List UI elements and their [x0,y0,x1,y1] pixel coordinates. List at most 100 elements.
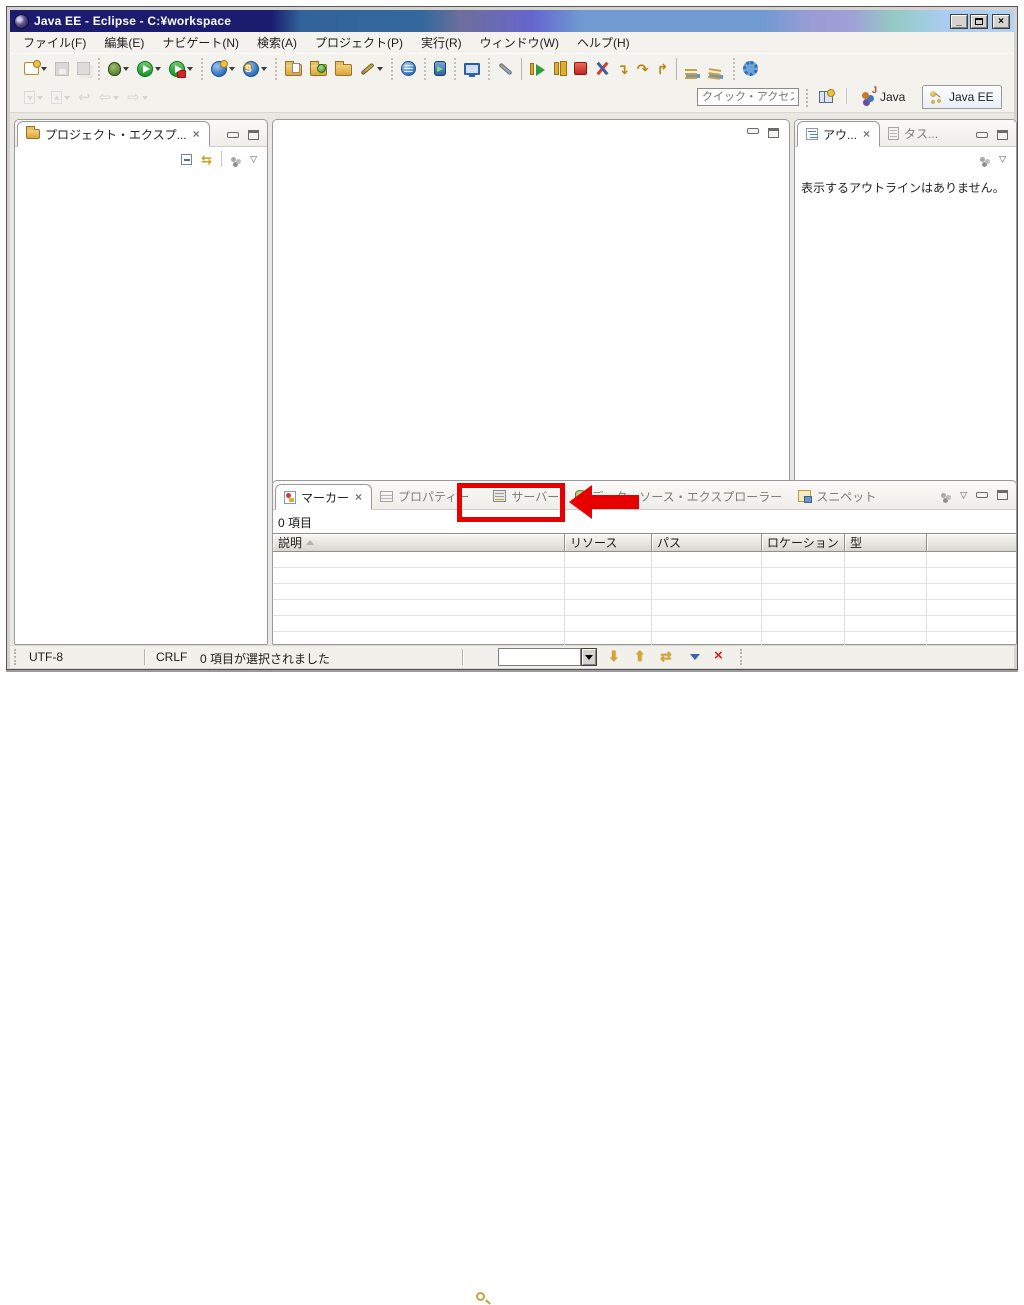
open-resource-button[interactable] [284,58,303,80]
column-location[interactable]: ロケーション [762,534,845,551]
step-into-button[interactable]: ↴ [616,58,630,80]
menu-navigate[interactable]: ナビゲート(N) [153,32,248,53]
export-button[interactable] [334,58,353,80]
sql-icon [243,61,259,77]
window-title: Java EE - Eclipse - C:¥workspace [34,14,231,28]
next-match-button[interactable]: ⬇ [608,648,620,665]
highlight-box [457,483,565,522]
last-edit-location-button[interactable]: ↩ [77,87,92,109]
menu-help[interactable]: ヘルプ(H) [568,32,639,53]
maximize-view-button[interactable] [997,490,1008,500]
suspend-button[interactable] [553,58,567,80]
minimize-button[interactable]: _ [950,14,968,29]
menu-run[interactable]: 実行(R) [412,32,471,53]
minimize-view-button[interactable] [747,128,759,134]
menu-search[interactable]: 検索(A) [248,32,306,53]
view-menu-icon[interactable] [231,157,236,162]
menu-window[interactable]: ウィンドウ(W) [471,32,568,53]
minimize-view-button[interactable] [976,132,988,138]
table-row[interactable] [273,568,1016,584]
markers-table-body [273,552,1016,648]
maximize-view-button[interactable] [768,128,779,138]
new-wizard-button[interactable] [23,58,48,80]
terminate-button[interactable] [573,58,588,80]
view-dropdown-icon[interactable]: ▽ [960,490,967,501]
table-row[interactable] [273,600,1016,616]
javaee-perspective-label: Java EE [949,90,994,104]
swap-button[interactable]: ⇄ [660,648,672,665]
import-button[interactable] [309,58,328,80]
menu-project[interactable]: プロジェクト(P) [306,32,412,53]
open-perspective-button[interactable] [818,86,834,108]
items-count-label: 0 項目 [273,510,1016,533]
java-search-button[interactable] [433,58,447,80]
preferences-button[interactable] [742,58,759,80]
previous-annotation-button[interactable] [50,87,71,109]
column-path[interactable]: パス [652,534,762,551]
tab-tasks[interactable]: タス... [880,120,946,146]
tab-snippets[interactable]: スニペット [790,483,884,509]
next-annotation-button[interactable] [23,87,44,109]
web-browser-button[interactable] [400,58,417,80]
debug-settings-button[interactable] [708,58,726,80]
view-dropdown-icon[interactable]: ▽ [250,154,257,165]
clear-button[interactable]: × [714,649,723,663]
table-cell [273,584,565,599]
run-last-button[interactable] [168,58,194,80]
view-menu-icon[interactable] [941,493,946,498]
snippets-icon [798,490,811,502]
editor-area[interactable] [272,119,790,484]
minimize-view-button[interactable] [227,132,239,138]
forward-button[interactable]: ⇨ [126,87,149,109]
mark-occurrences-button[interactable] [497,58,514,80]
previous-match-button[interactable]: ⬆ [634,648,646,665]
close-icon[interactable]: × [862,127,871,141]
back-button[interactable]: ⇦ [98,87,121,109]
column-empty [927,534,1016,551]
format-brush-button[interactable] [359,58,384,80]
link-with-editor-icon[interactable]: ⇆ [201,153,212,166]
resume-button[interactable] [529,58,547,80]
view-menu-icon[interactable] [980,157,985,162]
close-button[interactable]: × [992,14,1010,29]
close-icon[interactable]: × [192,127,201,141]
tab-markers[interactable]: マーカー × [275,484,372,510]
new-web-service-button[interactable] [210,58,236,80]
column-resource[interactable]: リソース [565,534,652,551]
quick-access-input[interactable] [697,88,799,106]
minimize-view-button[interactable] [976,492,988,498]
tab-outline[interactable]: アウ... × [797,121,880,147]
column-description[interactable]: 説明 [273,534,565,551]
maximize-view-button[interactable] [248,130,259,140]
view-dropdown-icon[interactable]: ▽ [999,154,1006,165]
menu-edit[interactable]: 編集(E) [95,32,153,53]
project-explorer-body[interactable] [15,171,267,641]
step-over-button[interactable]: ↷ [636,58,650,80]
show-filters-button[interactable] [684,58,702,80]
maximize-view-button[interactable] [997,130,1008,140]
back-icon: ⇦ [99,90,112,105]
close-icon[interactable]: × [354,490,363,504]
tab-project-explorer[interactable]: プロジェクト・エクスプ... × [17,121,210,147]
menu-file[interactable]: ファイル(F) [14,32,95,53]
run-button[interactable] [136,58,162,80]
collapse-all-icon[interactable] [181,154,192,165]
menu-dropdown-icon[interactable] [690,654,700,660]
filter-dropdown-button[interactable] [581,648,597,666]
step-return-button[interactable]: ↱ [655,58,669,80]
table-row[interactable] [273,552,1016,568]
marker-filter-input[interactable] [498,648,581,666]
terminate-icon [574,62,587,75]
save-all-button[interactable] [76,58,91,80]
sql-editor-button[interactable] [242,58,268,80]
save-button[interactable] [54,58,70,80]
maximize-button[interactable] [970,14,988,29]
disconnect-button[interactable] [594,58,610,80]
table-row[interactable] [273,616,1016,632]
table-row[interactable] [273,584,1016,600]
column-type[interactable]: 型 [845,534,927,551]
console-button[interactable] [463,58,481,80]
debug-button[interactable] [107,58,130,80]
java-perspective-button[interactable]: Java [854,85,912,109]
javaee-perspective-button[interactable]: Java EE [922,85,1002,109]
